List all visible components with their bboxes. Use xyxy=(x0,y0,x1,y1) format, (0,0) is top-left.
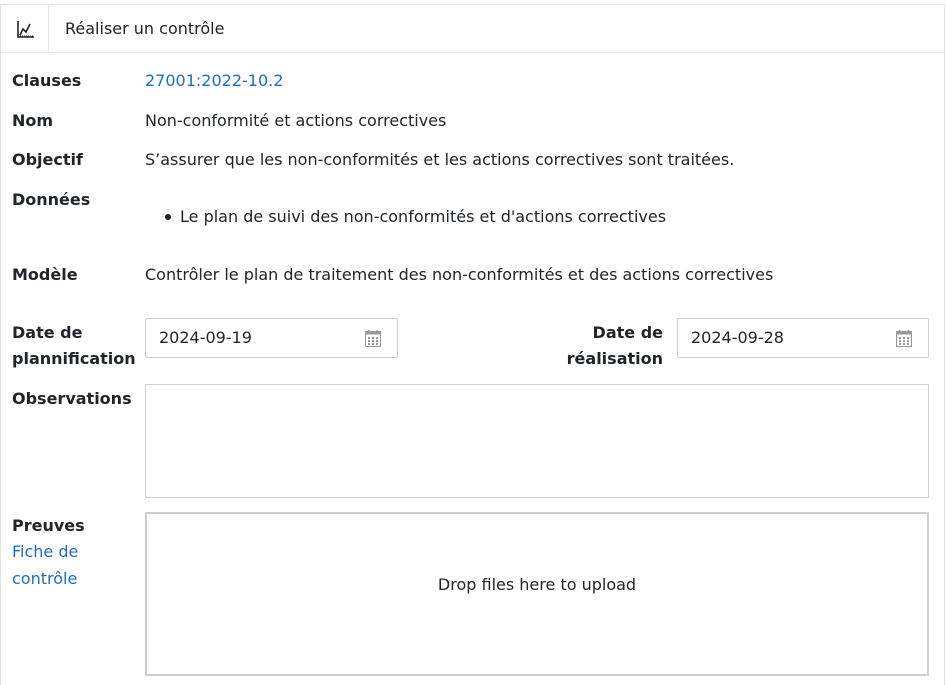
clauses-link[interactable]: 27001:2022-10.2 xyxy=(145,68,283,94)
modele-value: Contrôler le plan de traitement des non-… xyxy=(145,265,774,284)
fiche-controle-link-line2[interactable]: contrôle xyxy=(12,566,77,592)
calendar-icon[interactable] xyxy=(365,330,381,347)
objectif-label: Objectif xyxy=(12,150,83,169)
observations-textarea[interactable] xyxy=(145,384,929,498)
realisation-label-line1: Date de xyxy=(592,323,663,342)
realisation-date-value: 2024-09-28 xyxy=(691,328,784,347)
calendar-icon[interactable] xyxy=(896,330,912,347)
panel-header: Réaliser un contrôle xyxy=(1,5,944,53)
realisation-label-line2: réalisation xyxy=(566,349,663,368)
nom-label: Nom xyxy=(12,111,54,130)
clauses-label: Clauses xyxy=(12,71,82,90)
panel-title: Réaliser un contrôle xyxy=(65,19,225,38)
preuves-label: Preuves xyxy=(12,516,85,535)
donnees-list: Le plan de suivi des non-conformités et … xyxy=(145,204,666,230)
planification-date-input[interactable]: 2024-09-19 xyxy=(145,318,398,358)
nom-value: Non-conformité et actions correctives xyxy=(145,111,447,130)
dropzone-message: Drop files here to upload xyxy=(437,575,637,594)
donnees-label: Données xyxy=(12,190,91,209)
list-item: Le plan de suivi des non-conformités et … xyxy=(145,204,666,230)
planification-label-line2: plannification xyxy=(12,349,136,368)
file-dropzone[interactable]: Drop files here to upload xyxy=(145,512,929,676)
header-icon-cell xyxy=(1,5,49,52)
chart-icon xyxy=(17,21,34,38)
observations-label: Observations xyxy=(12,389,132,408)
fiche-controle-link-line1[interactable]: Fiche de xyxy=(12,539,78,565)
modele-label: Modèle xyxy=(12,265,78,284)
planification-date-value: 2024-09-19 xyxy=(159,328,252,347)
realisation-date-input[interactable]: 2024-09-28 xyxy=(677,318,929,358)
objectif-value: S’assurer que les non-conformités et les… xyxy=(145,150,735,169)
planification-label-line1: Date de xyxy=(12,323,83,342)
